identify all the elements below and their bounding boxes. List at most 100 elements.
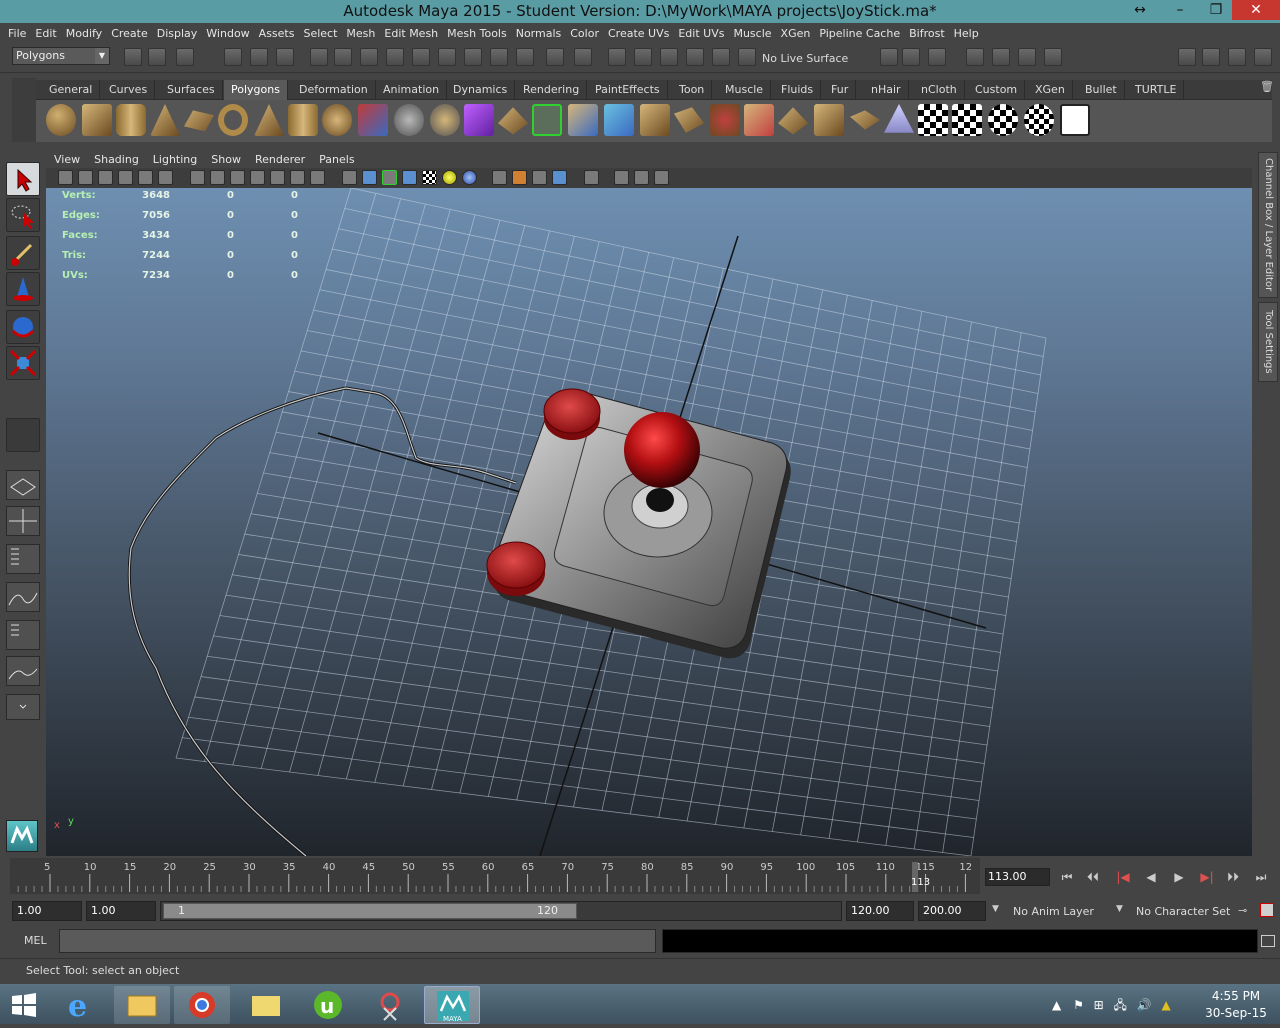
menu-file[interactable]: File [8, 27, 26, 40]
menu-edit-uvs[interactable]: Edit UVs [678, 27, 724, 40]
depth-of-field-icon[interactable] [552, 170, 567, 185]
menu-normals[interactable]: Normals [516, 27, 562, 40]
screen-space-ao-icon[interactable] [492, 170, 507, 185]
smooth-proxy-icon[interactable] [464, 104, 494, 136]
shelf-grip[interactable] [12, 78, 36, 142]
mel-label[interactable]: MEL [24, 934, 47, 947]
panel-menu-lighting[interactable]: Lighting [153, 153, 197, 166]
mask-icon[interactable] [310, 48, 328, 66]
move-tool-icon[interactable] [6, 272, 40, 306]
action-center-flag-icon[interactable]: ⚑ [1073, 998, 1084, 1012]
panel-menu-shading[interactable]: Shading [94, 153, 139, 166]
safe-action-icon[interactable] [290, 170, 305, 185]
menu-mesh-tools[interactable]: Mesh Tools [447, 27, 507, 40]
tab-painteffects[interactable]: PaintEffects [588, 80, 668, 100]
poke-icon[interactable] [814, 104, 844, 136]
menu-create-uvs[interactable]: Create UVs [608, 27, 669, 40]
character-set-dropdown[interactable]: No Character Set [1136, 905, 1230, 918]
xray-icon[interactable] [402, 170, 417, 185]
resolution-gate-icon[interactable] [230, 170, 245, 185]
range-slider-handle[interactable]: 1 120 [163, 903, 577, 919]
tab-general[interactable]: General [42, 80, 101, 100]
go-to-end-button[interactable]: ⏭ [1252, 869, 1270, 885]
select-by-object-icon[interactable] [250, 48, 268, 66]
menu-edit-mesh[interactable]: Edit Mesh [384, 27, 438, 40]
tab-nhair[interactable]: nHair [864, 80, 909, 100]
tab-fur[interactable]: Fur [824, 80, 857, 100]
camera-attributes-icon[interactable] [78, 170, 93, 185]
menu-help[interactable]: Help [954, 27, 979, 40]
cylindrical-mapping-icon[interactable] [952, 104, 982, 136]
utorrent-icon[interactable]: u [300, 986, 356, 1024]
windows-flag-tray-icon[interactable]: ⊞ [1094, 998, 1104, 1012]
tab-rendering[interactable]: Rendering [516, 80, 588, 100]
go-to-start-button[interactable]: ⏮ [1058, 869, 1076, 885]
tab-muscle[interactable]: Muscle [718, 80, 772, 100]
attribute-editor-toggle-icon[interactable] [1018, 48, 1036, 66]
rotate-tool-icon[interactable] [6, 310, 40, 344]
menu-display[interactable]: Display [157, 27, 198, 40]
animation-preferences-icon[interactable] [1260, 903, 1274, 917]
anim-start-field[interactable]: 1.00 [12, 901, 82, 921]
xray-joints-icon[interactable] [614, 170, 629, 185]
lock-icon[interactable] [546, 48, 564, 66]
folder-icon[interactable] [238, 986, 294, 1024]
save-scene-icon[interactable] [176, 48, 194, 66]
bookmarks-icon[interactable] [98, 170, 113, 185]
four-view-layout-icon[interactable] [6, 506, 40, 536]
tab-bullet[interactable]: Bullet [1078, 80, 1125, 100]
symmetry-icon[interactable] [654, 170, 669, 185]
lasso-tool-icon[interactable] [6, 198, 40, 232]
tab-turtle[interactable]: TURTLE [1128, 80, 1185, 100]
menu-bifrost[interactable]: Bifrost [909, 27, 945, 40]
file-explorer-icon[interactable] [114, 986, 170, 1024]
tab-custom[interactable]: Custom [968, 80, 1026, 100]
outliner-persp-layout-icon[interactable] [6, 544, 40, 574]
textured-icon[interactable] [422, 170, 437, 185]
film-gate-icon[interactable] [210, 170, 225, 185]
step-forward-frame-button[interactable]: ▶| [1198, 869, 1216, 885]
outliner-graph-layout-icon[interactable] [6, 620, 40, 650]
snap-curve-icon[interactable] [634, 48, 652, 66]
make-live-icon[interactable] [712, 48, 730, 66]
script-editor-icon[interactable] [1261, 935, 1275, 947]
spherical-mapping-icon[interactable] [988, 104, 1018, 136]
chrome-icon[interactable] [174, 986, 230, 1024]
play-backward-button[interactable]: ◀ [1142, 869, 1160, 885]
chevron-down-icon[interactable]: ▼ [1116, 904, 1123, 914]
menu-muscle[interactable]: Muscle [733, 27, 771, 40]
tab-dynamics[interactable]: Dynamics [446, 80, 516, 100]
poly-cube-icon[interactable] [82, 104, 112, 136]
collapse-icon[interactable] [744, 104, 774, 136]
select-camera-icon[interactable] [58, 170, 73, 185]
google-drive-icon[interactable]: ▲ [1162, 998, 1171, 1012]
play-forward-button[interactable]: ▶ [1170, 869, 1188, 885]
paint-select-tool-icon[interactable] [6, 236, 40, 270]
smooth-icon[interactable] [430, 104, 460, 136]
menu-window[interactable]: Window [206, 27, 249, 40]
key-icon[interactable]: ⊸ [1238, 904, 1254, 918]
snap-point-icon[interactable] [660, 48, 678, 66]
uv-editor-icon[interactable] [1060, 104, 1090, 136]
step-back-key-button[interactable]: ⏴⏴ [1084, 869, 1102, 885]
select-curves-icon[interactable] [386, 48, 404, 66]
select-deformations-icon[interactable] [438, 48, 456, 66]
planar-mapping-icon[interactable] [918, 104, 948, 136]
motion-blur-icon[interactable] [512, 170, 527, 185]
select-surfaces-icon[interactable] [412, 48, 430, 66]
select-dynamics-icon[interactable] [464, 48, 482, 66]
2d-pan-zoom-icon[interactable] [138, 170, 153, 185]
select-rendering-icon[interactable] [490, 48, 508, 66]
select-by-hierarchy-icon[interactable] [224, 48, 242, 66]
xray-active-icon[interactable] [634, 170, 649, 185]
merge-vertices-icon[interactable] [710, 104, 740, 136]
tab-polygons[interactable]: Polygons [224, 80, 288, 100]
bridge-icon[interactable] [532, 104, 562, 136]
snap-view-plane-icon[interactable] [686, 48, 704, 66]
poly-cylinder-icon[interactable] [116, 104, 146, 136]
automatic-mapping-icon[interactable] [1024, 104, 1054, 136]
time-slider[interactable]: 5 10 15 20 25 30 35 40 45 50 55 60 65 70 75 80 85 90 95 100… [10, 858, 980, 894]
tray-expand-icon[interactable]: ▲ [1052, 998, 1061, 1012]
highlight-selection-icon[interactable] [574, 48, 592, 66]
single-perspective-layout-icon[interactable] [6, 470, 40, 500]
